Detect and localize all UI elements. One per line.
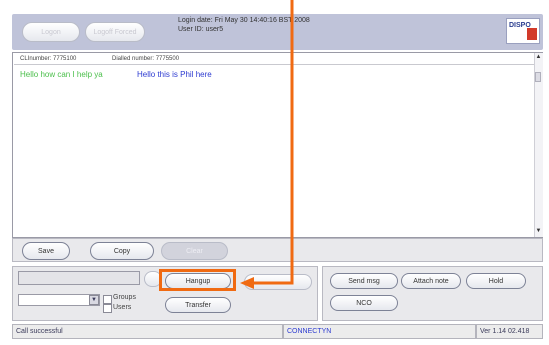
annotation-arrow [240,0,294,289]
